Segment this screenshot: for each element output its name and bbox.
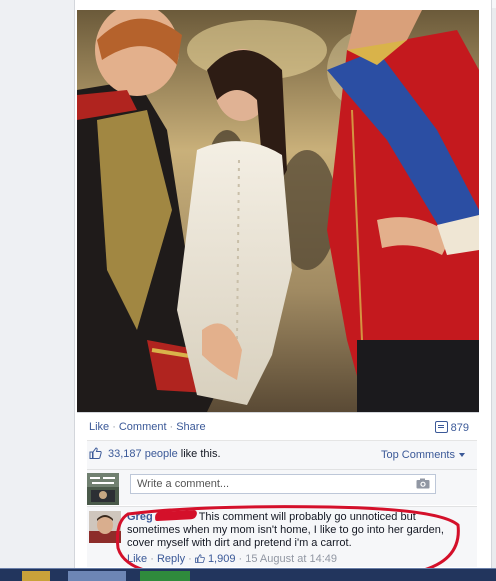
separator-dot: · <box>169 421 174 433</box>
separator-dot: · <box>112 421 116 433</box>
top-comments-label: Top Comments <box>381 449 455 461</box>
share-link[interactable]: Share <box>176 421 205 433</box>
comment-input[interactable] <box>130 474 436 494</box>
likes-suffix: like this. <box>177 448 221 460</box>
viewer-avatar[interactable] <box>87 473 119 505</box>
separator-dot: · <box>147 553 157 565</box>
post-photo[interactable] <box>77 10 479 413</box>
commenter-avatar[interactable] <box>89 511 121 543</box>
feedback-box: 33,187 people like this. Top Comments <box>87 440 477 505</box>
comment-count: 879 <box>450 422 469 434</box>
thumbs-up-icon <box>194 554 205 563</box>
comment-meta: Like · Reply · 1,909 · 15 August at 14:4… <box>127 553 445 566</box>
separator-dot: · <box>235 553 246 565</box>
redaction-scribble <box>154 509 197 522</box>
caret-down-icon <box>459 453 465 457</box>
comment-count-button[interactable]: 879 <box>434 421 469 434</box>
comment-item: Greg This comment will probably go unnoti… <box>87 506 477 567</box>
compose-row <box>87 469 477 505</box>
photo-illustration <box>77 10 479 412</box>
comment-link[interactable]: Comment <box>119 421 167 433</box>
comment-bubble-icon <box>434 421 448 433</box>
thumbs-up-icon <box>89 447 102 459</box>
top-comments-dropdown[interactable]: Top Comments <box>381 449 465 461</box>
likes-count-link[interactable]: 33,187 people <box>108 448 178 460</box>
post-action-row: Like · Comment · Share 879 <box>89 421 469 435</box>
camera-icon[interactable] <box>416 478 430 489</box>
comment-like-count[interactable]: 1,909 <box>208 553 236 565</box>
comment-timestamp[interactable]: 15 August at 14:49 <box>245 553 337 565</box>
comment-reply-link[interactable]: Reply <box>157 553 185 565</box>
likes-summary: 33,187 people like this. <box>89 447 221 461</box>
post-card: Like · Comment · Share 879 33,187 people lik… <box>74 0 492 568</box>
separator-dot: · <box>185 553 195 565</box>
os-taskbar <box>0 568 496 581</box>
comment-author-link[interactable]: Greg <box>127 511 153 523</box>
comment-like-link[interactable]: Like <box>127 553 147 565</box>
like-link[interactable]: Like <box>89 421 109 433</box>
left-gutter <box>0 0 74 568</box>
comment-body: Greg This comment will probably go unnoti… <box>127 509 445 566</box>
